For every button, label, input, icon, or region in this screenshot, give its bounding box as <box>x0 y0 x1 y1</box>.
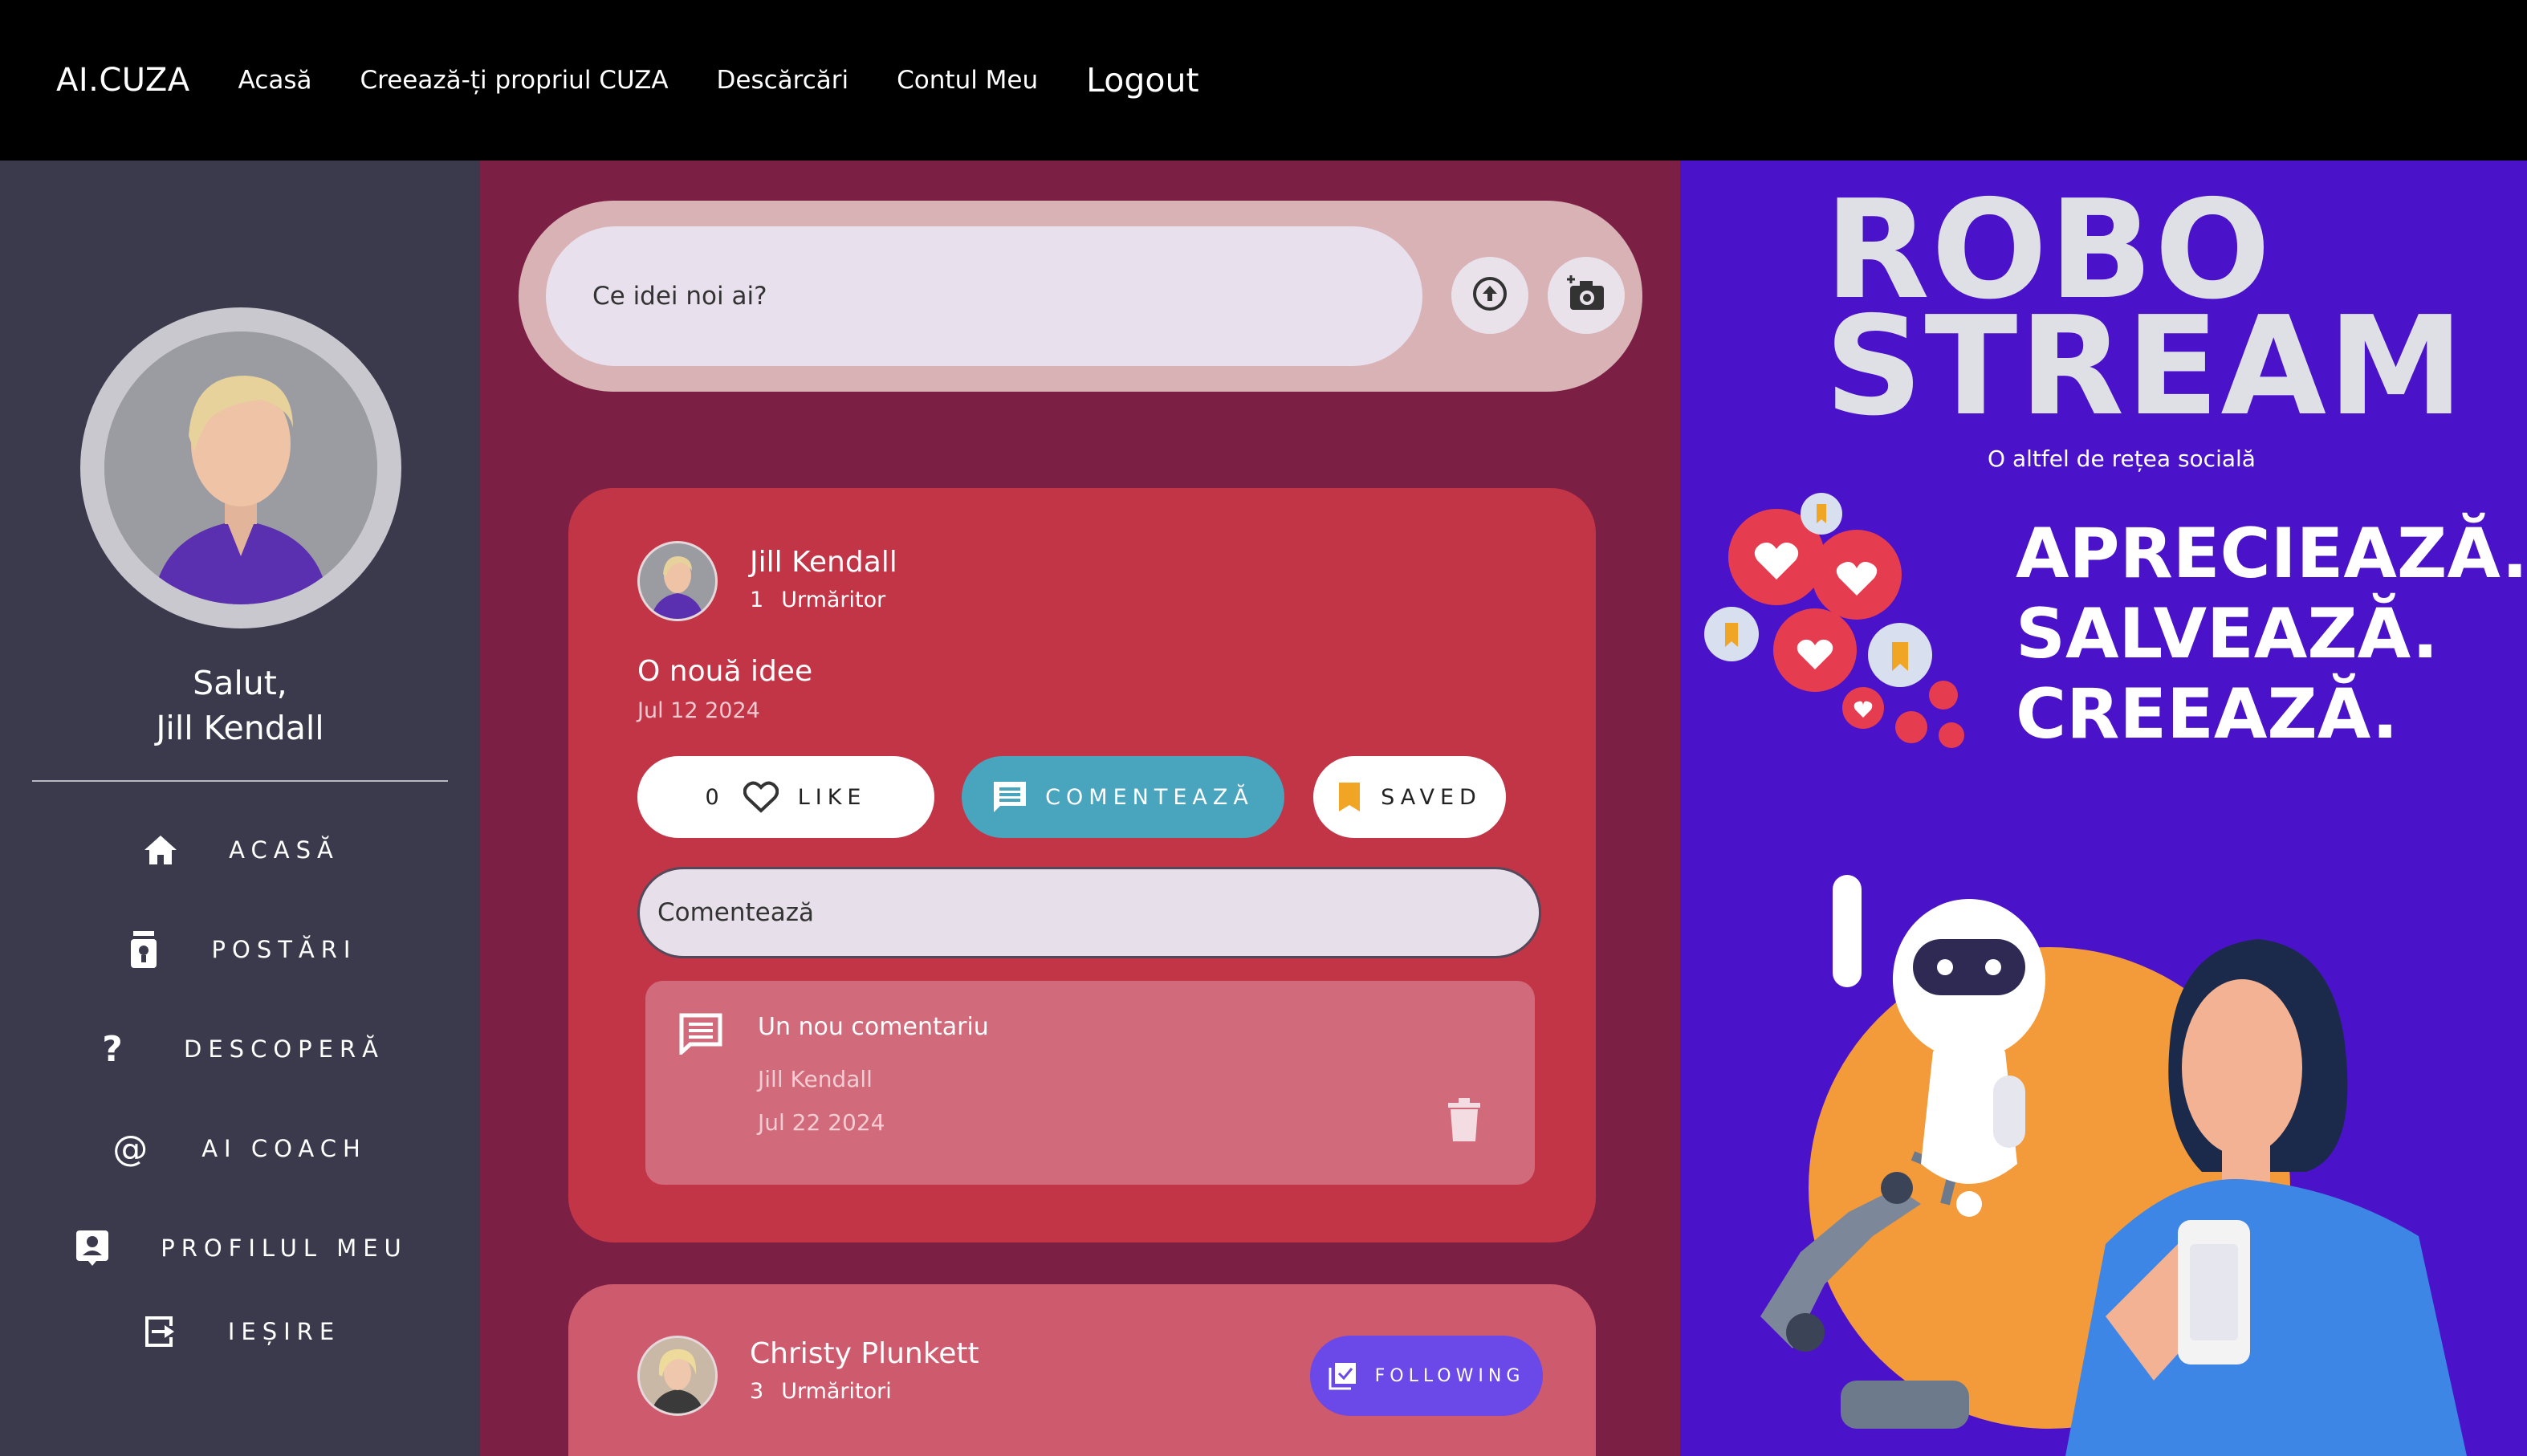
post-author-name[interactable]: Christy Plunkett <box>750 1337 979 1370</box>
saved-button[interactable]: SAVED <box>1313 756 1506 838</box>
reaction-bubbles-illustration <box>1703 490 2008 766</box>
sidebar-item-label: ACASĂ <box>229 836 340 864</box>
profile-photo <box>104 331 377 604</box>
post-title: O nouă idee <box>637 655 813 688</box>
greeting: Salut, Jill Kendall <box>0 661 480 750</box>
nav-link-downloads[interactable]: Descărcări <box>717 66 849 95</box>
sidebar-item-label: IEȘIRE <box>227 1318 341 1345</box>
following-label: FOLLOWING <box>1374 1365 1525 1386</box>
comment-input[interactable] <box>637 867 1541 958</box>
exit-icon <box>140 1312 180 1352</box>
comment-button[interactable]: COMENTEAZĂ <box>962 756 1284 838</box>
sidebar-item-discover[interactable]: ? DESCOPERĂ <box>0 1025 480 1073</box>
greeting-username: Jill Kendall <box>156 709 324 747</box>
slogan-line3: CREEAZĂ. <box>2016 674 2399 754</box>
ad-subtitle: O altfel de rețea socială <box>1988 445 2256 472</box>
post-card: Jill Kendall 1 Urmăritor O nouă idee Jul … <box>568 488 1596 1242</box>
slogan-line2: SALVEAZĂ. <box>2016 594 2439 674</box>
comment-icon <box>992 780 1027 814</box>
slogan-line1: APRECIEAZĂ. <box>2016 514 2527 594</box>
camera-button[interactable] <box>1548 257 1625 334</box>
new-idea-input[interactable] <box>546 226 1422 366</box>
camera-icon <box>1565 275 1607 316</box>
post-author-name[interactable]: Jill Kendall <box>750 546 897 579</box>
ad-title: ROBO STREAM <box>1825 182 2466 446</box>
sidebar-divider <box>32 780 448 782</box>
trash-icon <box>1448 1098 1480 1141</box>
followers-label: Urmăritor <box>781 588 886 612</box>
comment-bubble-icon <box>679 1013 722 1058</box>
followers-label: Urmăritori <box>781 1379 892 1404</box>
saved-label: SAVED <box>1381 784 1482 810</box>
upload-button[interactable] <box>1451 257 1528 334</box>
followers-count: 1 <box>750 588 764 612</box>
profile-icon <box>72 1228 112 1268</box>
at-icon: @ <box>112 1128 155 1169</box>
feed: Jill Kendall 1 Urmăritor O nouă idee Jul … <box>480 161 1680 1456</box>
like-count: 0 <box>705 784 719 810</box>
sidebar-item-label: AI COACH <box>201 1135 367 1162</box>
delete-comment-button[interactable] <box>1448 1098 1480 1145</box>
nav-link-home[interactable]: Acasă <box>238 66 312 95</box>
ad-slogan: APRECIEAZĂ. SALVEAZĂ. CREEAZĂ. <box>2016 514 2527 754</box>
sidebar: Salut, Jill Kendall ACASĂ POSTĂRI ? DESC… <box>0 161 480 1456</box>
post-card: Christy Plunkett 3 Urmăritori FOLLOWING <box>568 1284 1596 1456</box>
post-author-followers: 3 Urmăritori <box>750 1379 892 1404</box>
nav-link-account[interactable]: Contul Meu <box>897 66 1038 95</box>
comment-label: COMENTEAZĂ <box>1045 784 1254 810</box>
sidebar-item-label: PROFILUL MEU <box>161 1234 408 1262</box>
following-check-icon <box>1329 1361 1357 1390</box>
logout-link[interactable]: Logout <box>1086 61 1198 100</box>
sidebar-item-label: DESCOPERĂ <box>184 1035 385 1063</box>
greeting-line1: Salut, <box>193 664 287 702</box>
post-author-avatar[interactable] <box>637 541 718 621</box>
post-date: Jul 12 2024 <box>637 698 760 723</box>
upload-icon <box>1471 275 1509 316</box>
ad-title-line2: STREAM <box>1825 287 2466 446</box>
sidebar-item-ai-coach[interactable]: @ AI COACH <box>0 1125 480 1173</box>
sidebar-item-profile[interactable]: PROFILUL MEU <box>0 1224 480 1272</box>
robostream-ad-panel[interactable]: ROBO STREAM O altfel de rețea socială AP… <box>1680 161 2527 1456</box>
following-button[interactable]: FOLLOWING <box>1310 1336 1543 1416</box>
posts-icon <box>124 929 164 970</box>
comment-item: Un nou comentariu Jill Kendall Jul 22 20… <box>645 981 1535 1185</box>
nav-link-create[interactable]: Creează-ți propriul CUZA <box>360 66 669 95</box>
post-author-avatar[interactable] <box>637 1336 718 1416</box>
heart-icon <box>743 781 779 813</box>
post-author-followers: 1 Urmăritor <box>750 588 885 612</box>
profile-avatar[interactable] <box>80 307 401 628</box>
question-icon: ? <box>102 1028 129 1070</box>
sidebar-item-posts[interactable]: POSTĂRI <box>0 925 480 974</box>
followers-count: 3 <box>750 1379 764 1404</box>
like-label: LIKE <box>797 784 867 810</box>
comment-author: Jill Kendall <box>758 1066 873 1092</box>
like-button[interactable]: 0 LIKE <box>637 756 934 838</box>
top-navbar: AI.CUZA Acasă Creează-ți propriul CUZA D… <box>0 0 2527 161</box>
sidebar-item-label: POSTĂRI <box>211 936 357 963</box>
robot-and-woman-illustration <box>1728 867 2499 1456</box>
sidebar-item-home[interactable]: ACASĂ <box>0 826 480 874</box>
sidebar-item-exit[interactable]: IEȘIRE <box>0 1308 480 1356</box>
home-icon <box>140 830 181 870</box>
brand-logo[interactable]: AI.CUZA <box>56 62 190 99</box>
bookmark-icon <box>1337 781 1361 813</box>
comment-date: Jul 22 2024 <box>758 1109 885 1136</box>
comment-text: Un nou comentariu <box>758 1013 989 1041</box>
post-composer <box>519 201 1642 392</box>
